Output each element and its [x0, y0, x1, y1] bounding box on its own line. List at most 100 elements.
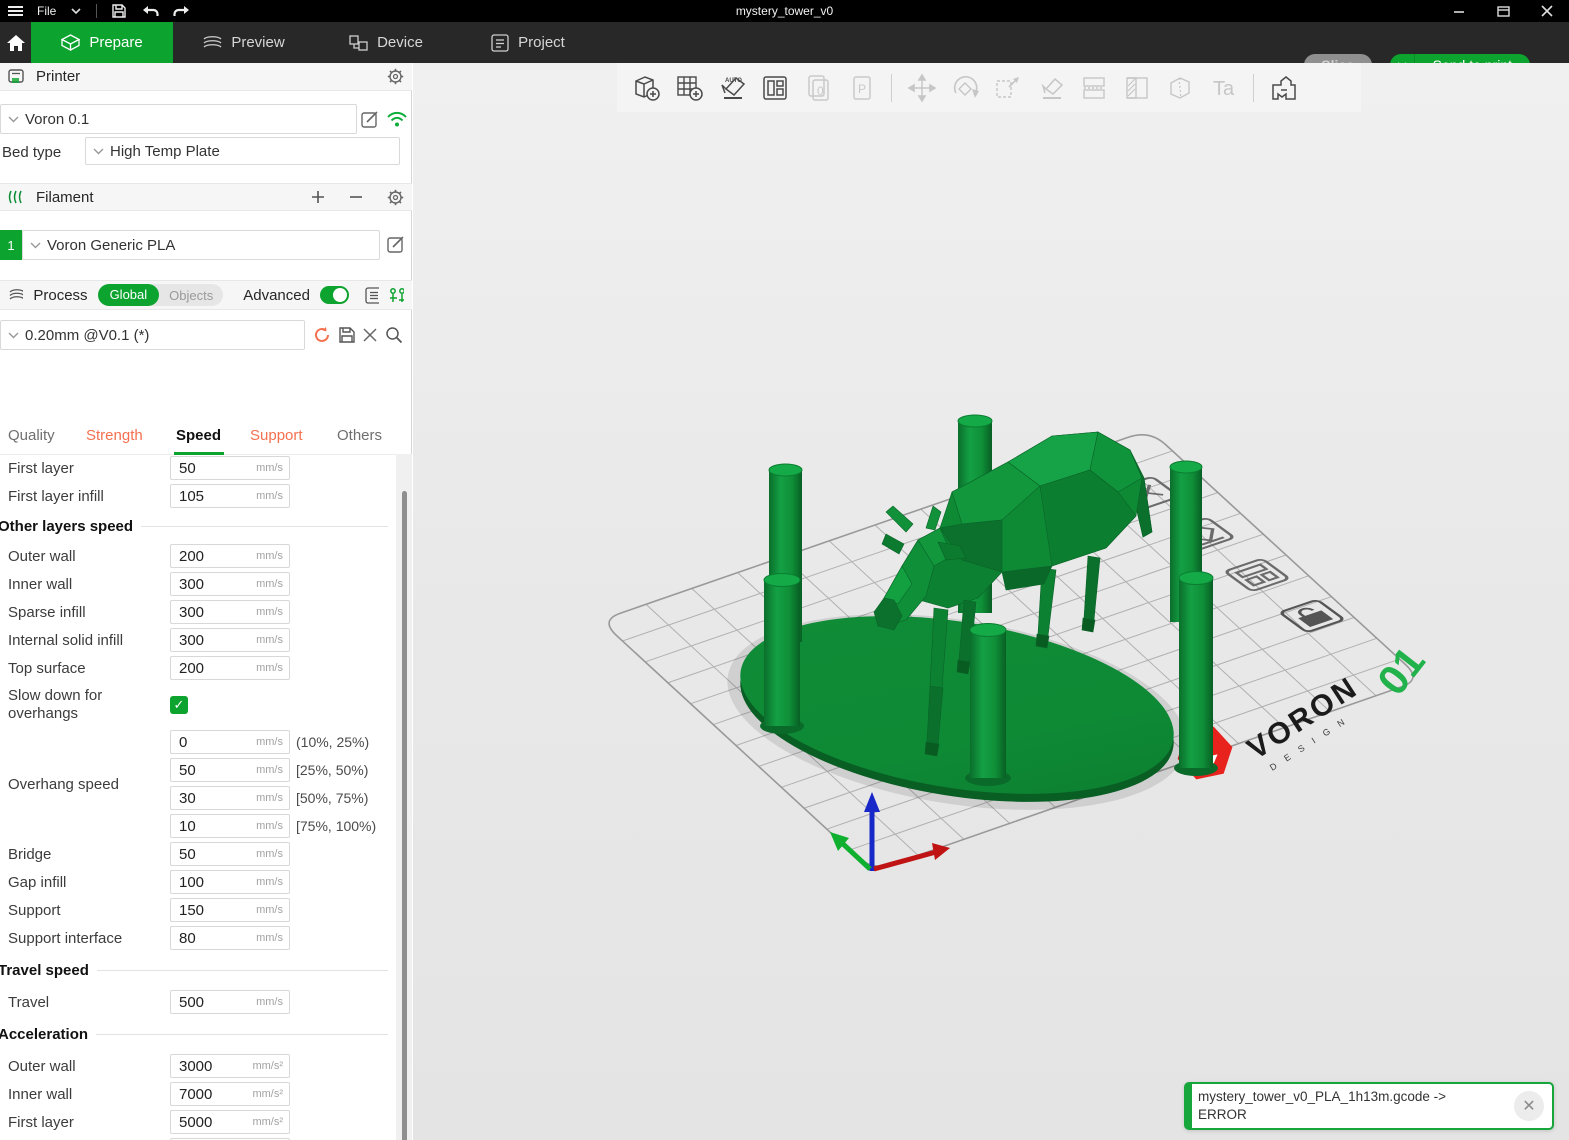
scale-button[interactable] [991, 71, 1025, 105]
internal-solid-infill-speed-input[interactable]: 300mm/s [170, 628, 290, 652]
minimize-button[interactable] [1437, 0, 1481, 22]
overhang-speed-3-input[interactable]: 30mm/s [170, 786, 290, 810]
maximize-button[interactable] [1481, 0, 1525, 22]
accel-outer-wall-input[interactable]: 3000mm/s² [170, 1054, 290, 1078]
tab-speed[interactable]: Speed [176, 427, 221, 444]
copy-button[interactable]: 0 [801, 71, 835, 105]
filament-select[interactable]: Voron Generic PLA [22, 230, 380, 260]
tab-quality[interactable]: Quality [8, 427, 55, 444]
accel-inner-wall-input[interactable]: 7000mm/s² [170, 1082, 290, 1106]
clear-profile-icon[interactable] [363, 328, 377, 342]
setting-label: Travel [0, 994, 170, 1011]
search-params-icon[interactable] [385, 326, 403, 344]
slow-overhangs-checkbox[interactable]: ✓ [170, 696, 188, 714]
add-plate-button[interactable] [672, 71, 706, 105]
printer-wifi-icon[interactable] [386, 110, 408, 128]
setting-label: Slow down for overhangs [0, 687, 162, 723]
add-filament-icon[interactable] [311, 190, 325, 204]
lay-on-face-button[interactable] [1034, 71, 1068, 105]
inner-wall-speed-input[interactable]: 300mm/s [170, 572, 290, 596]
travel-speed-input[interactable]: 500mm/s [170, 990, 290, 1014]
first-layer-speed-input[interactable]: 50mm/s [170, 456, 290, 480]
tab-others[interactable]: Others [337, 427, 382, 444]
support-interface-speed-input[interactable]: 80mm/s [170, 926, 290, 950]
reset-profile-icon[interactable] [313, 326, 331, 344]
setting-label: First layer [0, 460, 170, 477]
accel-first-layer-input[interactable]: 5000mm/s² [170, 1110, 290, 1134]
tab-prepare-label: Prepare [89, 34, 142, 51]
tab-device[interactable]: Device [315, 22, 457, 63]
text-tool-button[interactable]: Ta [1206, 71, 1240, 105]
param-list-icon[interactable] [365, 287, 380, 304]
add-model-button[interactable] [629, 71, 663, 105]
assembly-view-button[interactable] [1267, 71, 1301, 105]
advanced-toggle[interactable] [320, 286, 349, 304]
settings-scrollbar-thumb[interactable] [402, 491, 407, 1140]
top-surface-speed-input[interactable]: 200mm/s [170, 656, 290, 680]
settings-scrollbar-track[interactable] [396, 454, 412, 1140]
overhang-speed-4-input[interactable]: 10mm/s [170, 814, 290, 838]
setting-label: Gap infill [0, 874, 170, 891]
param-table-icon[interactable] [389, 287, 404, 304]
tab-prepare[interactable]: Prepare [31, 22, 173, 63]
viewport-3d[interactable]: 01 VORON D E S I G N [413, 63, 1569, 1140]
variable-layer-height-button[interactable] [1120, 71, 1154, 105]
section-travel-speed: Travel speed [0, 952, 396, 988]
arrange-button[interactable] [758, 71, 792, 105]
process-profile-select[interactable]: 0.20mm @V0.1 (*) [0, 320, 305, 350]
remove-filament-icon[interactable] [349, 190, 363, 204]
tab-preview-label: Preview [231, 34, 284, 51]
setting-row-travel: Travel 500mm/s [0, 988, 396, 1016]
filament-select-caret-icon [30, 242, 41, 249]
scope-objects[interactable]: Objects [159, 288, 223, 303]
tab-project[interactable]: Project [457, 22, 599, 63]
printer-select[interactable]: Voron 0.1 [0, 104, 357, 134]
home-button[interactable] [0, 22, 31, 63]
toast-close-button[interactable]: ✕ [1514, 1091, 1544, 1121]
support-speed-input[interactable]: 150mm/s [170, 898, 290, 922]
setting-tab-strip: Quality Strength Speed Support Others [0, 419, 396, 455]
setting-row-gap-infill: Gap infill 100mm/s [0, 868, 396, 896]
auto-orient-button[interactable]: AUTO [715, 71, 749, 105]
toolbar-divider [891, 74, 892, 102]
bed-type-value: High Temp Plate [110, 143, 220, 160]
overhang-speed-1-input[interactable]: 0mm/s [170, 730, 290, 754]
filament-settings-gear-icon[interactable] [387, 189, 404, 206]
gap-infill-speed-input[interactable]: 100mm/s [170, 870, 290, 894]
printer-settings-gear-icon[interactable] [387, 68, 404, 85]
split-objects-button[interactable] [1077, 71, 1111, 105]
tab-preview[interactable]: Preview [173, 22, 315, 63]
process-scope-toggle[interactable]: Global Objects [98, 284, 224, 306]
split-parts-button[interactable] [1163, 71, 1197, 105]
bed-type-select[interactable]: High Temp Plate [85, 137, 400, 165]
model-pillar-right-front[interactable] [1174, 572, 1218, 777]
printer-select-caret-icon [8, 116, 19, 123]
bridge-speed-input[interactable]: 50mm/s [170, 842, 290, 866]
scope-global[interactable]: Global [98, 284, 160, 306]
model-pillar-front-center[interactable] [965, 624, 1011, 787]
setting-row-first-layer-infill: First layer infill 105mm/s [0, 482, 396, 510]
outer-wall-speed-input[interactable]: 200mm/s [170, 544, 290, 568]
setting-row-support: Support 150mm/s [0, 896, 396, 924]
model-pillar-mid-left[interactable] [760, 574, 804, 735]
sparse-infill-speed-input[interactable]: 300mm/s [170, 600, 290, 624]
tab-support[interactable]: Support [250, 427, 303, 444]
rotate-button[interactable] [948, 71, 982, 105]
overhang-speed-2-input[interactable]: 50mm/s [170, 758, 290, 782]
paste-button[interactable]: P [844, 71, 878, 105]
setting-label: Inner wall [0, 1086, 170, 1103]
filament-section-title: Filament [36, 189, 94, 206]
close-button[interactable] [1525, 0, 1569, 22]
setting-group-overhang-speed: Overhang speed 0mm/s (10%, 25%) 50mm/s [… [0, 728, 396, 840]
printer-edit-icon[interactable] [361, 110, 380, 129]
plate-number: 01 [1368, 638, 1434, 704]
bed-type-caret-icon [93, 148, 104, 155]
move-button[interactable] [905, 71, 939, 105]
first-layer-infill-speed-input[interactable]: 105mm/s [170, 484, 290, 508]
filament-edit-icon[interactable] [387, 235, 406, 254]
tab-strength[interactable]: Strength [86, 427, 143, 444]
save-profile-icon[interactable] [338, 326, 356, 344]
setting-row-accel-first-layer: First layer 5000mm/s² [0, 1108, 396, 1136]
setting-row-top-surface: Top surface 200mm/s [0, 654, 396, 682]
filament-section-header: Filament [0, 183, 412, 211]
